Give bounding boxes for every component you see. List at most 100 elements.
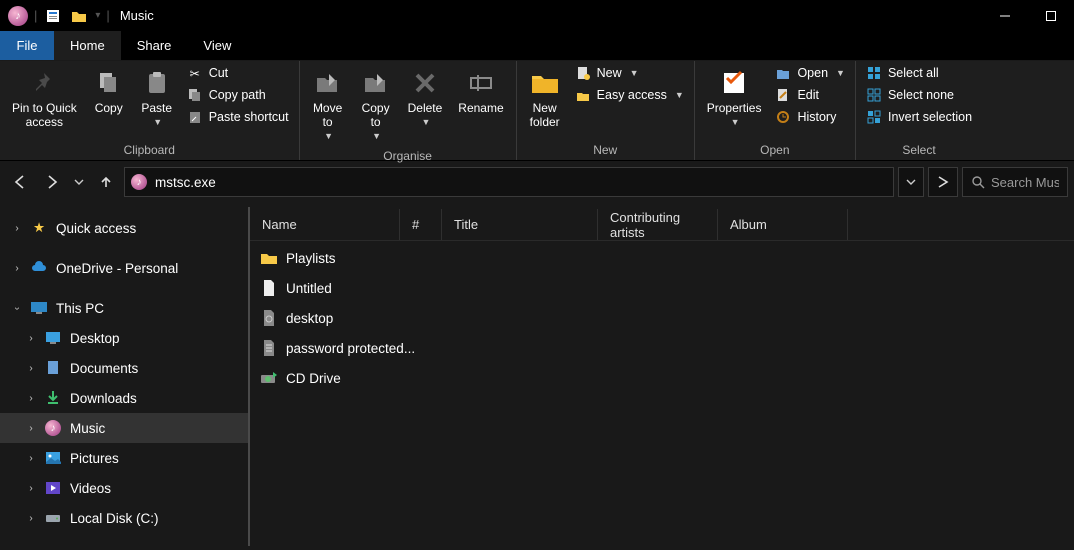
new-folder-button[interactable]: New folder bbox=[523, 63, 567, 133]
cd-drive-icon bbox=[260, 369, 278, 387]
select-none-button[interactable]: Select none bbox=[862, 85, 976, 105]
col-artists[interactable]: Contributing artists bbox=[598, 209, 718, 240]
ini-file-icon bbox=[260, 309, 278, 327]
col-track[interactable]: # bbox=[400, 209, 442, 240]
file-name: Untitled bbox=[286, 281, 332, 296]
properties-button[interactable]: Properties▼ bbox=[701, 63, 768, 133]
list-item[interactable]: CD Drive bbox=[250, 363, 1074, 393]
ribbon: Pin to Quick access Copy Paste ▼ ✂Cut Co… bbox=[0, 61, 1074, 161]
forward-button[interactable] bbox=[38, 168, 66, 196]
nav-quick-access[interactable]: › ★ Quick access bbox=[0, 213, 250, 243]
open-button[interactable]: Open▼ bbox=[771, 63, 849, 83]
nav-resize-handle[interactable] bbox=[248, 207, 250, 546]
chevron-right-icon[interactable]: › bbox=[12, 263, 22, 274]
chevron-right-icon[interactable]: › bbox=[26, 333, 36, 344]
paste-button[interactable]: Paste ▼ bbox=[135, 63, 179, 133]
tab-file[interactable]: File bbox=[0, 31, 54, 60]
qat-folder-icon[interactable] bbox=[69, 6, 89, 26]
quick-access-toolbar: ♪ | ▾ | bbox=[0, 6, 110, 26]
list-item[interactable]: desktop bbox=[250, 303, 1074, 333]
navigation-pane[interactable]: › ★ Quick access › OneDrive - Personal ›… bbox=[0, 203, 250, 550]
search-box[interactable] bbox=[962, 167, 1068, 197]
nav-desktop-label: Desktop bbox=[70, 331, 120, 346]
move-to-icon bbox=[312, 67, 344, 99]
qat-properties-icon[interactable] bbox=[43, 6, 63, 26]
chevron-down-icon[interactable]: › bbox=[12, 303, 23, 313]
nav-videos[interactable]: › Videos bbox=[0, 473, 250, 503]
copy-path-button[interactable]: Copy path bbox=[183, 85, 293, 105]
invert-selection-button[interactable]: Invert selection bbox=[862, 107, 976, 127]
copy-to-button[interactable]: Copy to▼ bbox=[354, 63, 398, 147]
open-icon bbox=[775, 65, 791, 81]
delete-label: Delete bbox=[408, 101, 443, 115]
nav-pictures[interactable]: › Pictures bbox=[0, 443, 250, 473]
chevron-right-icon[interactable]: › bbox=[26, 423, 36, 434]
chevron-right-icon[interactable]: › bbox=[26, 483, 36, 494]
nav-onedrive[interactable]: › OneDrive - Personal bbox=[0, 253, 250, 283]
invert-selection-icon bbox=[866, 109, 882, 125]
cut-button[interactable]: ✂Cut bbox=[183, 63, 293, 83]
col-name[interactable]: Name bbox=[250, 209, 400, 240]
col-title[interactable]: Title bbox=[442, 209, 598, 240]
copy-path-icon bbox=[187, 87, 203, 103]
nav-onedrive-label: OneDrive - Personal bbox=[56, 261, 178, 276]
qat-menu-caret[interactable]: ▾ bbox=[95, 10, 100, 21]
copy-path-label: Copy path bbox=[209, 88, 266, 102]
pin-icon bbox=[28, 67, 60, 99]
edit-label: Edit bbox=[797, 88, 819, 102]
list-item[interactable]: Untitled bbox=[250, 273, 1074, 303]
new-item-button[interactable]: New▼ bbox=[571, 63, 688, 83]
chevron-right-icon[interactable]: › bbox=[26, 393, 36, 404]
chevron-right-icon[interactable]: › bbox=[26, 513, 36, 524]
address-input[interactable] bbox=[155, 175, 887, 190]
search-input[interactable] bbox=[991, 175, 1059, 190]
nav-this-pc[interactable]: › This PC bbox=[0, 293, 250, 323]
nav-documents[interactable]: › Documents bbox=[0, 353, 250, 383]
nav-music[interactable]: › ♪ Music bbox=[0, 413, 250, 443]
nav-local-disk[interactable]: › Local Disk (C:) bbox=[0, 503, 250, 533]
address-history-button[interactable] bbox=[898, 167, 924, 197]
nav-downloads-label: Downloads bbox=[70, 391, 137, 406]
up-button[interactable] bbox=[92, 168, 120, 196]
history-button[interactable]: History bbox=[771, 107, 849, 127]
nav-desktop[interactable]: › Desktop bbox=[0, 323, 250, 353]
tab-view[interactable]: View bbox=[187, 31, 247, 60]
rename-button[interactable]: Rename bbox=[452, 63, 509, 119]
minimize-button[interactable] bbox=[982, 0, 1028, 31]
move-to-button[interactable]: Move to▼ bbox=[306, 63, 350, 147]
file-list[interactable]: Playlists Untitled desktop password prot… bbox=[250, 241, 1074, 393]
list-item[interactable]: Playlists bbox=[250, 243, 1074, 273]
new-folder-label: New folder bbox=[530, 101, 560, 129]
maximize-button[interactable] bbox=[1028, 0, 1074, 31]
delete-button[interactable]: Delete▼ bbox=[402, 63, 449, 133]
chevron-right-icon[interactable]: › bbox=[26, 453, 36, 464]
drive-icon bbox=[44, 509, 62, 527]
history-icon bbox=[775, 109, 791, 125]
group-new: New folder New▼ Easy access▼ New bbox=[517, 61, 695, 160]
chevron-right-icon[interactable]: › bbox=[26, 363, 36, 374]
group-organise: Move to▼ Copy to▼ Delete▼ Rename Organis… bbox=[300, 61, 517, 160]
window-app-icon[interactable]: ♪ bbox=[8, 6, 28, 26]
chevron-right-icon[interactable]: › bbox=[12, 223, 22, 234]
group-clipboard: Pin to Quick access Copy Paste ▼ ✂Cut Co… bbox=[0, 61, 300, 160]
back-button[interactable] bbox=[6, 168, 34, 196]
edit-button[interactable]: Edit bbox=[771, 85, 849, 105]
chevron-down-icon: ▼ bbox=[421, 115, 430, 129]
properties-icon bbox=[718, 67, 750, 99]
list-item[interactable]: password protected... bbox=[250, 333, 1074, 363]
paste-shortcut-button[interactable]: Paste shortcut bbox=[183, 107, 293, 127]
paste-shortcut-label: Paste shortcut bbox=[209, 110, 289, 124]
file-name: CD Drive bbox=[286, 371, 341, 386]
easy-access-button[interactable]: Easy access▼ bbox=[571, 85, 688, 105]
tab-share[interactable]: Share bbox=[121, 31, 188, 60]
chevron-down-icon: ▼ bbox=[731, 115, 740, 129]
pin-to-quick-access-button[interactable]: Pin to Quick access bbox=[6, 63, 83, 133]
copy-button[interactable]: Copy bbox=[87, 63, 131, 119]
col-album[interactable]: Album bbox=[718, 209, 848, 240]
recent-locations-button[interactable] bbox=[70, 168, 88, 196]
nav-downloads[interactable]: › Downloads bbox=[0, 383, 250, 413]
tab-home[interactable]: Home bbox=[54, 31, 121, 60]
go-button[interactable] bbox=[928, 167, 958, 197]
address-bar[interactable]: ♪ bbox=[124, 167, 894, 197]
select-all-button[interactable]: Select all bbox=[862, 63, 976, 83]
